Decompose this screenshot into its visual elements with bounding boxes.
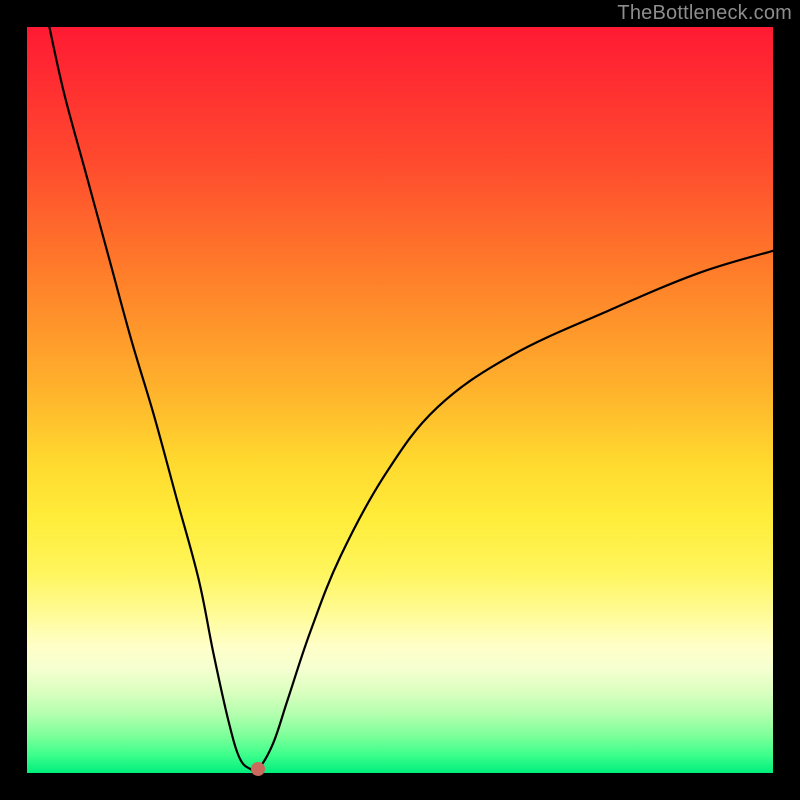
chart-svg [27,27,773,773]
watermark-text: TheBottleneck.com [617,2,792,25]
bottleneck-curve [49,27,773,772]
chart-stage: TheBottleneck.com [0,0,800,800]
plot-area [27,27,773,773]
minimum-point-marker [251,762,265,776]
